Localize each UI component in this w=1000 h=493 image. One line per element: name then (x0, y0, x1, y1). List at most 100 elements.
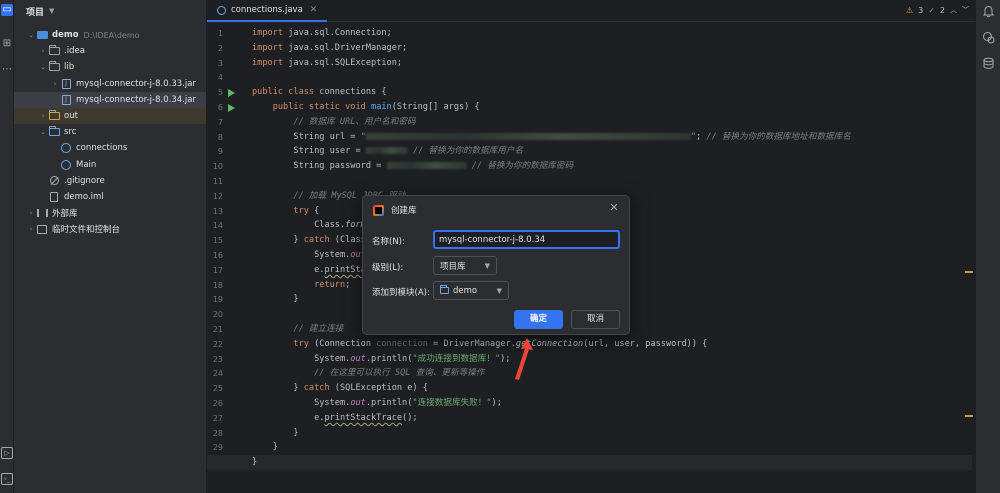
file-icon (50, 192, 58, 202)
ai-assistant-icon[interactable] (982, 31, 995, 44)
java-class-icon (61, 143, 71, 154)
tree-item[interactable]: Main (14, 157, 206, 173)
tree-item-icon (48, 45, 60, 56)
tree-item-label: mysql-connector-j-8.0.33.jar (76, 78, 196, 89)
module-value: demo (453, 285, 478, 296)
tree-item-icon: J (60, 78, 72, 89)
warning-stripe-marker[interactable] (965, 271, 973, 273)
tree-item[interactable]: › 临时文件和控制台 (14, 221, 206, 237)
line-number: 14 (212, 221, 223, 231)
module-folder-icon (440, 285, 449, 294)
more-tools-icon[interactable]: ⋯ (1, 64, 13, 76)
line-number: 5 (217, 88, 223, 98)
project-tool-icon[interactable]: ▭ (1, 4, 13, 16)
warning-stripe-marker[interactable] (965, 415, 973, 417)
line-number: 6 (217, 103, 223, 112)
close-icon[interactable]: ✕ (310, 5, 318, 15)
module-label: 添加到模块(A): (372, 288, 430, 298)
code-line: System.out.println("连接数据库失败！"); (252, 398, 502, 408)
line-number: 15 (212, 236, 223, 246)
tab-label: connections.java (231, 5, 303, 15)
check-icon: ✓ (928, 5, 935, 15)
create-library-dialog: 创建库 ✕ 名称(N): 级别(L): 项目库 ▼ 添加到模块(A): demo… (362, 195, 630, 335)
tree-item[interactable]: › .idea (14, 43, 206, 59)
chevron-right-icon[interactable]: › (38, 112, 48, 120)
ok-button[interactable]: 确定 (514, 310, 563, 329)
annotation-arrow-icon (515, 338, 533, 380)
code-line: String user = // 替换为你的数据库用户名 (252, 146, 524, 157)
chevron-down-icon[interactable]: ⌄ (26, 31, 36, 39)
line-number: 25 (212, 384, 223, 394)
tree-item[interactable]: demo.iml (14, 189, 206, 205)
structure-tool-icon[interactable]: ⊞ (1, 38, 13, 50)
line-number: 1 (217, 29, 223, 38)
tree-item[interactable]: ⌄ lib (14, 59, 206, 75)
level-select[interactable]: 项目库 ▼ (433, 256, 497, 275)
chevron-right-icon[interactable]: › (38, 47, 48, 55)
line-number: 23 (212, 354, 223, 364)
chevron-down-icon[interactable]: ﹀ (962, 5, 969, 15)
line-number: 18 (212, 280, 223, 290)
line-number: 24 (212, 369, 223, 379)
line-number: 29 (212, 443, 223, 453)
line-number: 9 (217, 147, 223, 157)
tree-item-label: demo.iml (64, 192, 104, 202)
tree-item-label: connections (76, 143, 128, 154)
database-icon[interactable] (982, 57, 995, 70)
line-number: 20 (212, 310, 223, 320)
tree-item[interactable]: › 外部库 (14, 205, 206, 221)
line-number: 26 (212, 399, 223, 408)
tree-item[interactable]: › Jmysql-connector-j-8.0.33.jar (14, 76, 206, 92)
line-number: 3 (217, 58, 223, 68)
cancel-button[interactable]: 取消 (571, 310, 620, 329)
module-select[interactable]: demo ▼ (433, 281, 509, 300)
tree-item[interactable]: .gitignore (14, 173, 206, 189)
line-number: 4 (217, 73, 223, 83)
tree-item[interactable]: ⌄ demo D:\IDEA\demo (14, 27, 206, 43)
inspection-widget[interactable]: ⚠ 3 ✓ 2 ︿ ﹀ (906, 5, 969, 15)
terminal-icon[interactable]: ›_ (1, 473, 13, 485)
code-line: } catch (SQLException e) { (252, 383, 428, 394)
line-number: 12 (212, 191, 223, 201)
chevron-right-icon[interactable]: › (26, 225, 36, 233)
chevron-up-icon[interactable]: ︿ (950, 5, 957, 15)
tree-item-label: lib (64, 62, 75, 73)
code-line: } (207, 455, 972, 471)
chevron-right-icon[interactable]: › (26, 209, 36, 217)
run-gutter-icon[interactable] (228, 103, 235, 112)
line-number: 22 (212, 339, 223, 349)
chevron-down-icon[interactable]: ⌄ (38, 128, 48, 136)
project-panel-header[interactable]: 项目 ▼ (14, 0, 206, 22)
jar-icon: J (61, 78, 71, 89)
tree-item-label: src (64, 127, 77, 138)
run-gutter-icon[interactable] (228, 88, 235, 97)
tree-item-path: D:\IDEA\demo (83, 30, 140, 40)
code-line: } (252, 294, 299, 305)
tree-item[interactable]: connections (14, 140, 206, 156)
folder-icon (48, 45, 60, 56)
close-icon[interactable]: ✕ (607, 201, 621, 215)
chevron-down-icon[interactable]: ⌄ (38, 63, 48, 71)
tree-item[interactable]: › out (14, 108, 206, 124)
tree-item-label: .gitignore (64, 175, 105, 186)
tab-connections-java[interactable]: connections.java ✕ (207, 0, 328, 22)
module-folder-icon (36, 31, 48, 39)
tree-item-icon: J (60, 94, 72, 105)
library-name-input[interactable] (433, 230, 620, 249)
notifications-bell-icon[interactable] (982, 5, 995, 18)
tree-item-icon (60, 143, 72, 154)
gitignore-icon (49, 176, 59, 186)
tree-item[interactable]: Jmysql-connector-j-8.0.34.jar (14, 91, 206, 108)
tree-item-label: 临时文件和控制台 (52, 225, 121, 236)
name-label: 名称(N): (372, 237, 405, 247)
chevron-right-icon[interactable]: › (50, 80, 60, 88)
tree-item[interactable]: ⌄ src (14, 124, 206, 140)
code-line: String password = // 替换为你的数据库密码 (252, 161, 574, 172)
line-number: 27 (212, 413, 223, 423)
line-number: 10 (212, 162, 223, 172)
dialog-title-bar: 创建库 (373, 204, 417, 216)
chevron-down-icon[interactable]: ▼ (49, 7, 54, 15)
services-icon[interactable]: ▷ (1, 447, 13, 459)
tree-item-icon (36, 224, 48, 234)
code-line: import java.sql.SQLException; (252, 57, 403, 68)
